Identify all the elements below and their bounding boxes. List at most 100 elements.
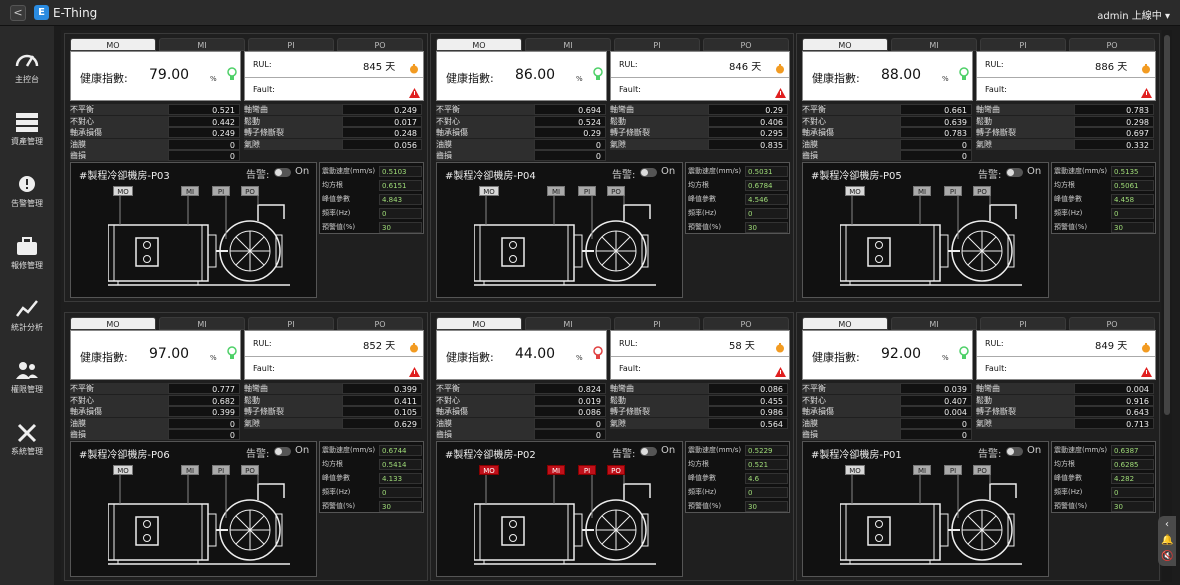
sensor-chip-pi[interactable]: PI xyxy=(944,186,962,196)
sensor-chip-po[interactable]: PO xyxy=(241,186,259,196)
sidebar-item[interactable]: 報修管理 xyxy=(0,230,54,290)
tab-mo[interactable]: MO xyxy=(436,38,522,51)
sensor-chip-mo[interactable]: MO xyxy=(479,186,499,196)
metric-label: 轉子條斷裂 xyxy=(244,406,342,417)
sidebar-item[interactable]: 統計分析 xyxy=(0,292,54,352)
sensor-chip-pi[interactable]: PI xyxy=(212,465,230,475)
back-icon[interactable]: < xyxy=(10,5,26,21)
sensor-chip-pi[interactable]: PI xyxy=(578,186,596,196)
tab-pi[interactable]: PI xyxy=(248,38,334,51)
alarm-toggle[interactable] xyxy=(640,447,657,456)
tab-po[interactable]: PO xyxy=(703,38,789,51)
metric-value: 0.019 xyxy=(534,394,606,406)
alarm-toggle[interactable] xyxy=(640,168,657,177)
rul-number: 58 xyxy=(729,341,742,352)
sensor-chip-po[interactable]: PO xyxy=(607,186,625,196)
tab-pi[interactable]: PI xyxy=(248,317,334,330)
tab-mi[interactable]: MI xyxy=(159,317,245,330)
pump-diagram: #製程冷卻機房-P06 告警: On MO MI PI PO xyxy=(70,441,317,577)
metric-row: 軸承損傷 0.004 xyxy=(802,406,973,418)
sensor-chip-mi[interactable]: MI xyxy=(547,186,565,196)
scrollbar-thumb[interactable] xyxy=(1164,35,1170,415)
fault-label: Fault: xyxy=(253,85,275,94)
tab-po[interactable]: PO xyxy=(1069,317,1155,330)
sensor-chip-mo[interactable]: MO xyxy=(845,465,865,475)
metric-label: 氣隙 xyxy=(610,138,708,150)
sensor-chip-mo[interactable]: MO xyxy=(113,465,133,475)
sensor-chip-mi[interactable]: MI xyxy=(181,465,199,475)
sensor-chip-mo[interactable]: MO xyxy=(479,465,499,475)
tab-pi[interactable]: PI xyxy=(614,317,700,330)
stopwatch-icon xyxy=(1141,338,1151,353)
tab-pi[interactable]: PI xyxy=(980,38,1066,51)
health-unit: % xyxy=(210,354,217,362)
metric-row: 不平衡 0.661 xyxy=(802,104,973,116)
sensor-chip-pi[interactable]: PI xyxy=(212,186,230,196)
tab-mo[interactable]: MO xyxy=(802,317,888,330)
tab-po[interactable]: PO xyxy=(337,38,423,51)
metric-value: 0.017 xyxy=(342,115,422,127)
metric-label: 油膜 xyxy=(436,417,534,429)
sidebar-item[interactable]: 系統管理 xyxy=(0,416,54,476)
metric-row: 齒損 0 xyxy=(70,429,241,441)
tab-mo[interactable]: MO xyxy=(70,38,156,51)
pump-panel: MO MI PI PO 健康指數: 44.00% RUL: 58 天 Fault: 不平衡 0.82… xyxy=(430,312,794,581)
scrollbar[interactable] xyxy=(1162,30,1172,582)
alarm-toggle[interactable] xyxy=(274,447,291,456)
metric-label: 不對心 xyxy=(70,394,168,406)
rul-card: RUL: 846 天 Fault: xyxy=(610,51,790,101)
alarm-toggle[interactable] xyxy=(274,168,291,177)
sensor-chip-mo[interactable]: MO xyxy=(113,186,133,196)
vibration-row: 頻率(Hz) 0 xyxy=(686,486,791,499)
mute-icon[interactable]: 🔇 xyxy=(1161,551,1173,563)
alarm-toggle[interactable] xyxy=(1006,168,1023,177)
bell-icon[interactable]: 🔔 xyxy=(1161,535,1173,547)
sensor-chip-mi[interactable]: MI xyxy=(547,465,565,475)
sidebar-item[interactable]: 資產管理 xyxy=(0,106,54,166)
user-menu[interactable]: admin 上線中 ▾ xyxy=(1097,7,1170,22)
tab-po[interactable]: PO xyxy=(703,317,789,330)
rul-unit: 天 xyxy=(385,341,396,352)
tab-mi[interactable]: MI xyxy=(525,317,611,330)
tab-mi[interactable]: MI xyxy=(891,317,977,330)
tab-mo[interactable]: MO xyxy=(70,317,156,330)
metric-label: 不對心 xyxy=(70,115,168,127)
sidebar-item[interactable]: 告警管理 xyxy=(0,168,54,228)
metric-value: 0.407 xyxy=(900,394,972,406)
sensor-chip-mo[interactable]: MO xyxy=(845,186,865,196)
sensor-chip-po[interactable]: PO xyxy=(607,465,625,475)
rul-number: 845 xyxy=(363,62,383,73)
health-index-card: 健康指數: 92.00% xyxy=(802,330,973,380)
sidebar-item[interactable]: 主控台 xyxy=(0,44,54,104)
tab-mo[interactable]: MO xyxy=(436,317,522,330)
tab-mi[interactable]: MI xyxy=(525,38,611,51)
tab-mi[interactable]: MI xyxy=(159,38,245,51)
sensor-chip-po[interactable]: PO xyxy=(973,465,991,475)
tab-mo[interactable]: MO xyxy=(802,38,888,51)
alarm-toggle[interactable] xyxy=(1006,447,1023,456)
sidebar: 主控台 資產管理 告警管理 報修管理 統計分析 權限管理 系統管理 xyxy=(0,26,54,585)
tab-mi[interactable]: MI xyxy=(891,38,977,51)
chevron-left-icon[interactable]: ‹ xyxy=(1161,519,1173,531)
vibration-label: 均方根 xyxy=(322,181,343,189)
sensor-chip-pi[interactable]: PI xyxy=(944,465,962,475)
rul-value: 849 天 xyxy=(1095,337,1127,352)
sensor-chip-pi[interactable]: PI xyxy=(578,465,596,475)
tab-po[interactable]: PO xyxy=(337,317,423,330)
tab-po[interactable]: PO xyxy=(1069,38,1155,51)
sidebar-item[interactable]: 權限管理 xyxy=(0,354,54,414)
sensor-chip-mi[interactable]: MI xyxy=(913,186,931,196)
sensor-chip-mi[interactable]: MI xyxy=(181,186,199,196)
sensor-chip-po[interactable]: PO xyxy=(973,186,991,196)
metric-row: 不平衡 0.777 xyxy=(70,383,241,395)
bulb-icon xyxy=(593,66,603,80)
tab-pi[interactable]: PI xyxy=(980,317,1066,330)
metric-row: 齒損 0 xyxy=(802,150,973,162)
metric-value: 0.411 xyxy=(342,394,422,406)
pump-illustration xyxy=(834,462,1050,572)
tab-pi[interactable]: PI xyxy=(614,38,700,51)
vibration-label: 頻率(Hz) xyxy=(1054,488,1083,496)
sensor-chip-po[interactable]: PO xyxy=(241,465,259,475)
sensor-chip-mi[interactable]: MI xyxy=(913,465,931,475)
rul-card: RUL: 845 天 Fault: xyxy=(244,51,424,101)
